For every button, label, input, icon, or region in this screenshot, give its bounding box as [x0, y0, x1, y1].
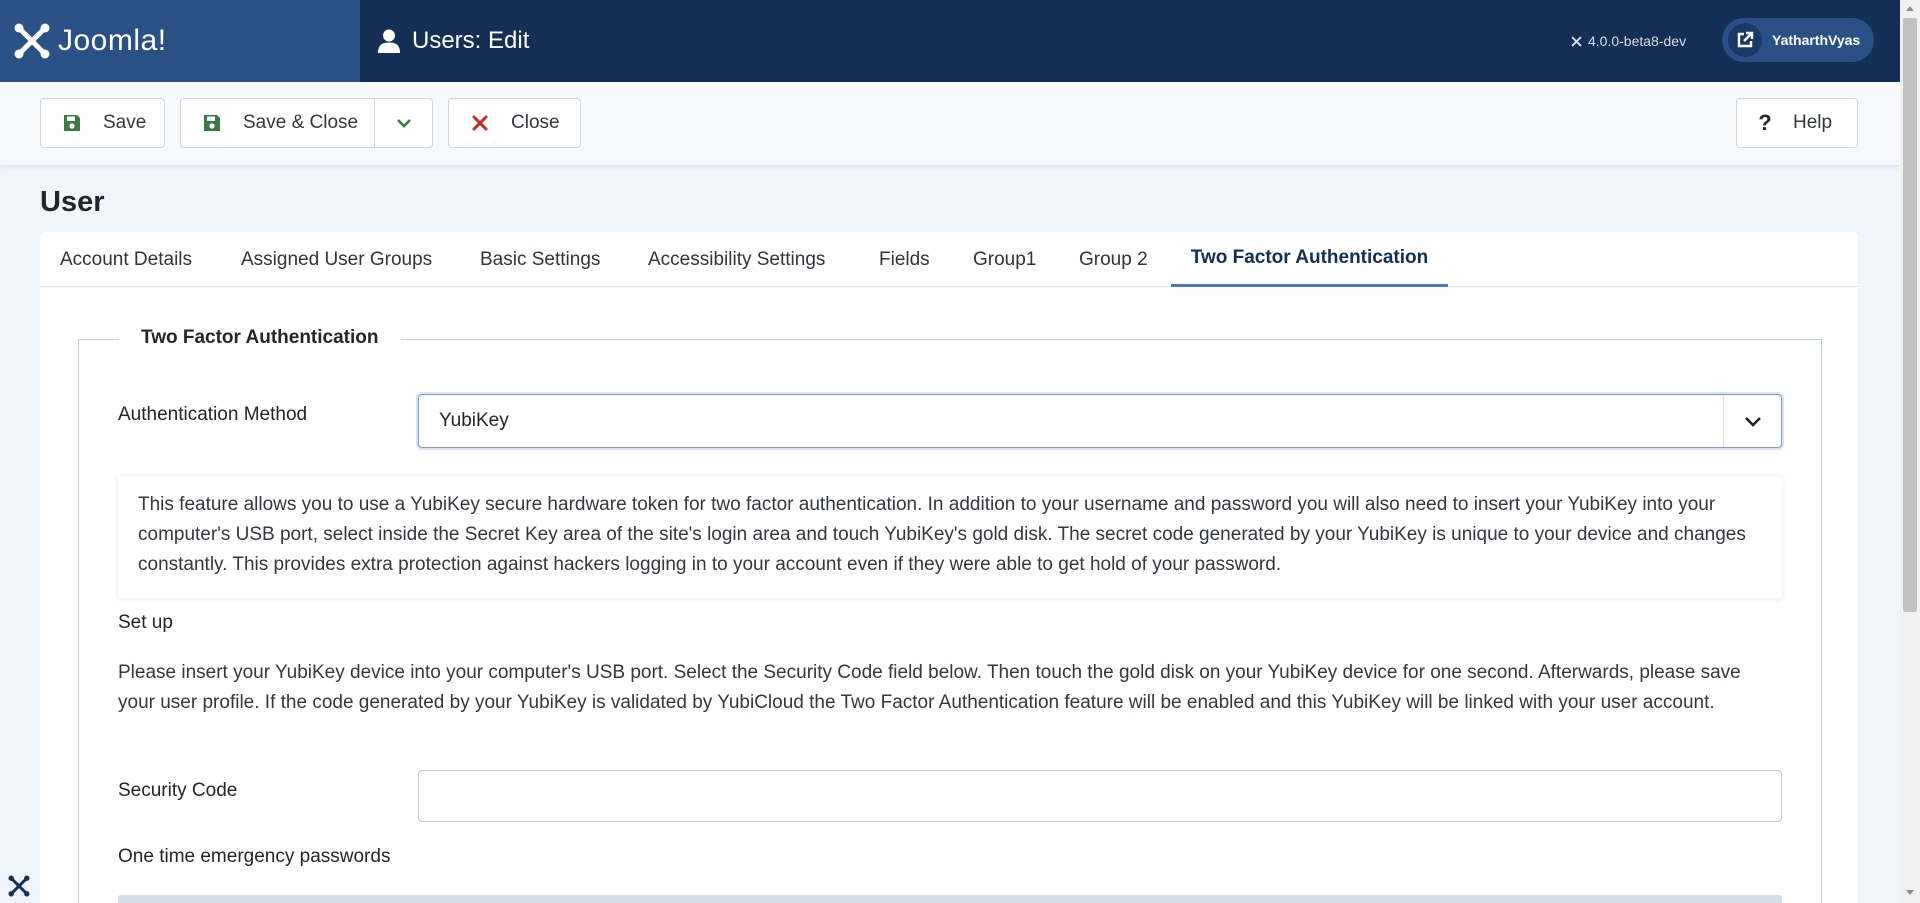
save-icon [181, 114, 243, 132]
chevron-down-icon [396, 119, 411, 128]
setup-instructions: Please insert your YubiKey device into y… [118, 662, 1741, 713]
user-name: YatharthVyas [1772, 32, 1861, 48]
tab-two-factor-authentication[interactable]: Two Factor Authentication [1171, 232, 1448, 287]
joomla-logo-icon [14, 23, 50, 59]
question-icon: ? [1758, 110, 1772, 135]
authentication-method-select[interactable]: YubiKey [418, 394, 1782, 448]
close-button[interactable]: Close [448, 98, 581, 148]
tab-account-details[interactable]: Account Details [60, 232, 192, 287]
tfa-legend: Two Factor Authentication [119, 327, 401, 349]
save-close-button[interactable]: Save & Close [180, 98, 433, 148]
save-options-dropdown-toggle[interactable] [374, 99, 432, 147]
tab-fields[interactable]: Fields [879, 232, 930, 287]
chevron-down-icon [1723, 395, 1781, 447]
save-icon [41, 114, 103, 132]
page-title: User [40, 186, 105, 218]
user-icon [378, 29, 400, 53]
joomla-logo[interactable]: Joomla! [0, 0, 360, 82]
scroll-up-icon[interactable] [1906, 6, 1914, 11]
save-button[interactable]: Save [40, 98, 165, 148]
version-info: 4.0.0-beta8-dev [1570, 0, 1686, 82]
authentication-method-value: YubiKey [439, 410, 509, 431]
yubikey-info-alert: This feature allows you to use a YubiKey… [118, 476, 1782, 598]
scroll-thumb[interactable] [1903, 18, 1917, 612]
toolbar: Save Save & Close Close ? Help [0, 82, 1900, 166]
close-icon [449, 115, 511, 131]
tab-accessibility-settings[interactable]: Accessibility Settings [648, 232, 825, 287]
page-scrollbar[interactable] [1900, 0, 1920, 903]
page-heading: Users: Edit [378, 0, 529, 82]
tab-assigned-user-groups[interactable]: Assigned User Groups [241, 232, 432, 287]
joomla-small-icon [1571, 36, 1582, 46]
version-text: 4.0.0-beta8-dev [1588, 33, 1687, 49]
user-menu-button[interactable]: YatharthVyas [1722, 18, 1874, 62]
tab-group-2[interactable]: Group 2 [1079, 232, 1148, 287]
joomla-corner-icon[interactable] [0, 868, 38, 903]
scroll-down-icon[interactable] [1906, 890, 1914, 895]
tab-basic-settings[interactable]: Basic Settings [480, 232, 600, 287]
setup-heading: Set up [118, 612, 173, 633]
security-code-input[interactable] [418, 770, 1782, 822]
tab-bar: Account Details Assigned User Groups Bas… [40, 232, 1858, 287]
external-link-icon [1728, 23, 1762, 57]
emergency-passwords-box [118, 895, 1782, 903]
authentication-method-label: Authentication Method [118, 404, 308, 425]
page-heading-text: Users: Edit [412, 27, 530, 54]
emergency-passwords-label: One time emergency passwords [118, 846, 391, 867]
header: Joomla! Users: Edit 4.0.0-beta8-dev Yath… [0, 0, 1900, 82]
brand-name: Joomla! [58, 24, 167, 57]
tab-group1[interactable]: Group1 [973, 232, 1036, 287]
security-code-label: Security Code [118, 780, 238, 801]
help-button[interactable]: ? Help [1736, 98, 1858, 148]
